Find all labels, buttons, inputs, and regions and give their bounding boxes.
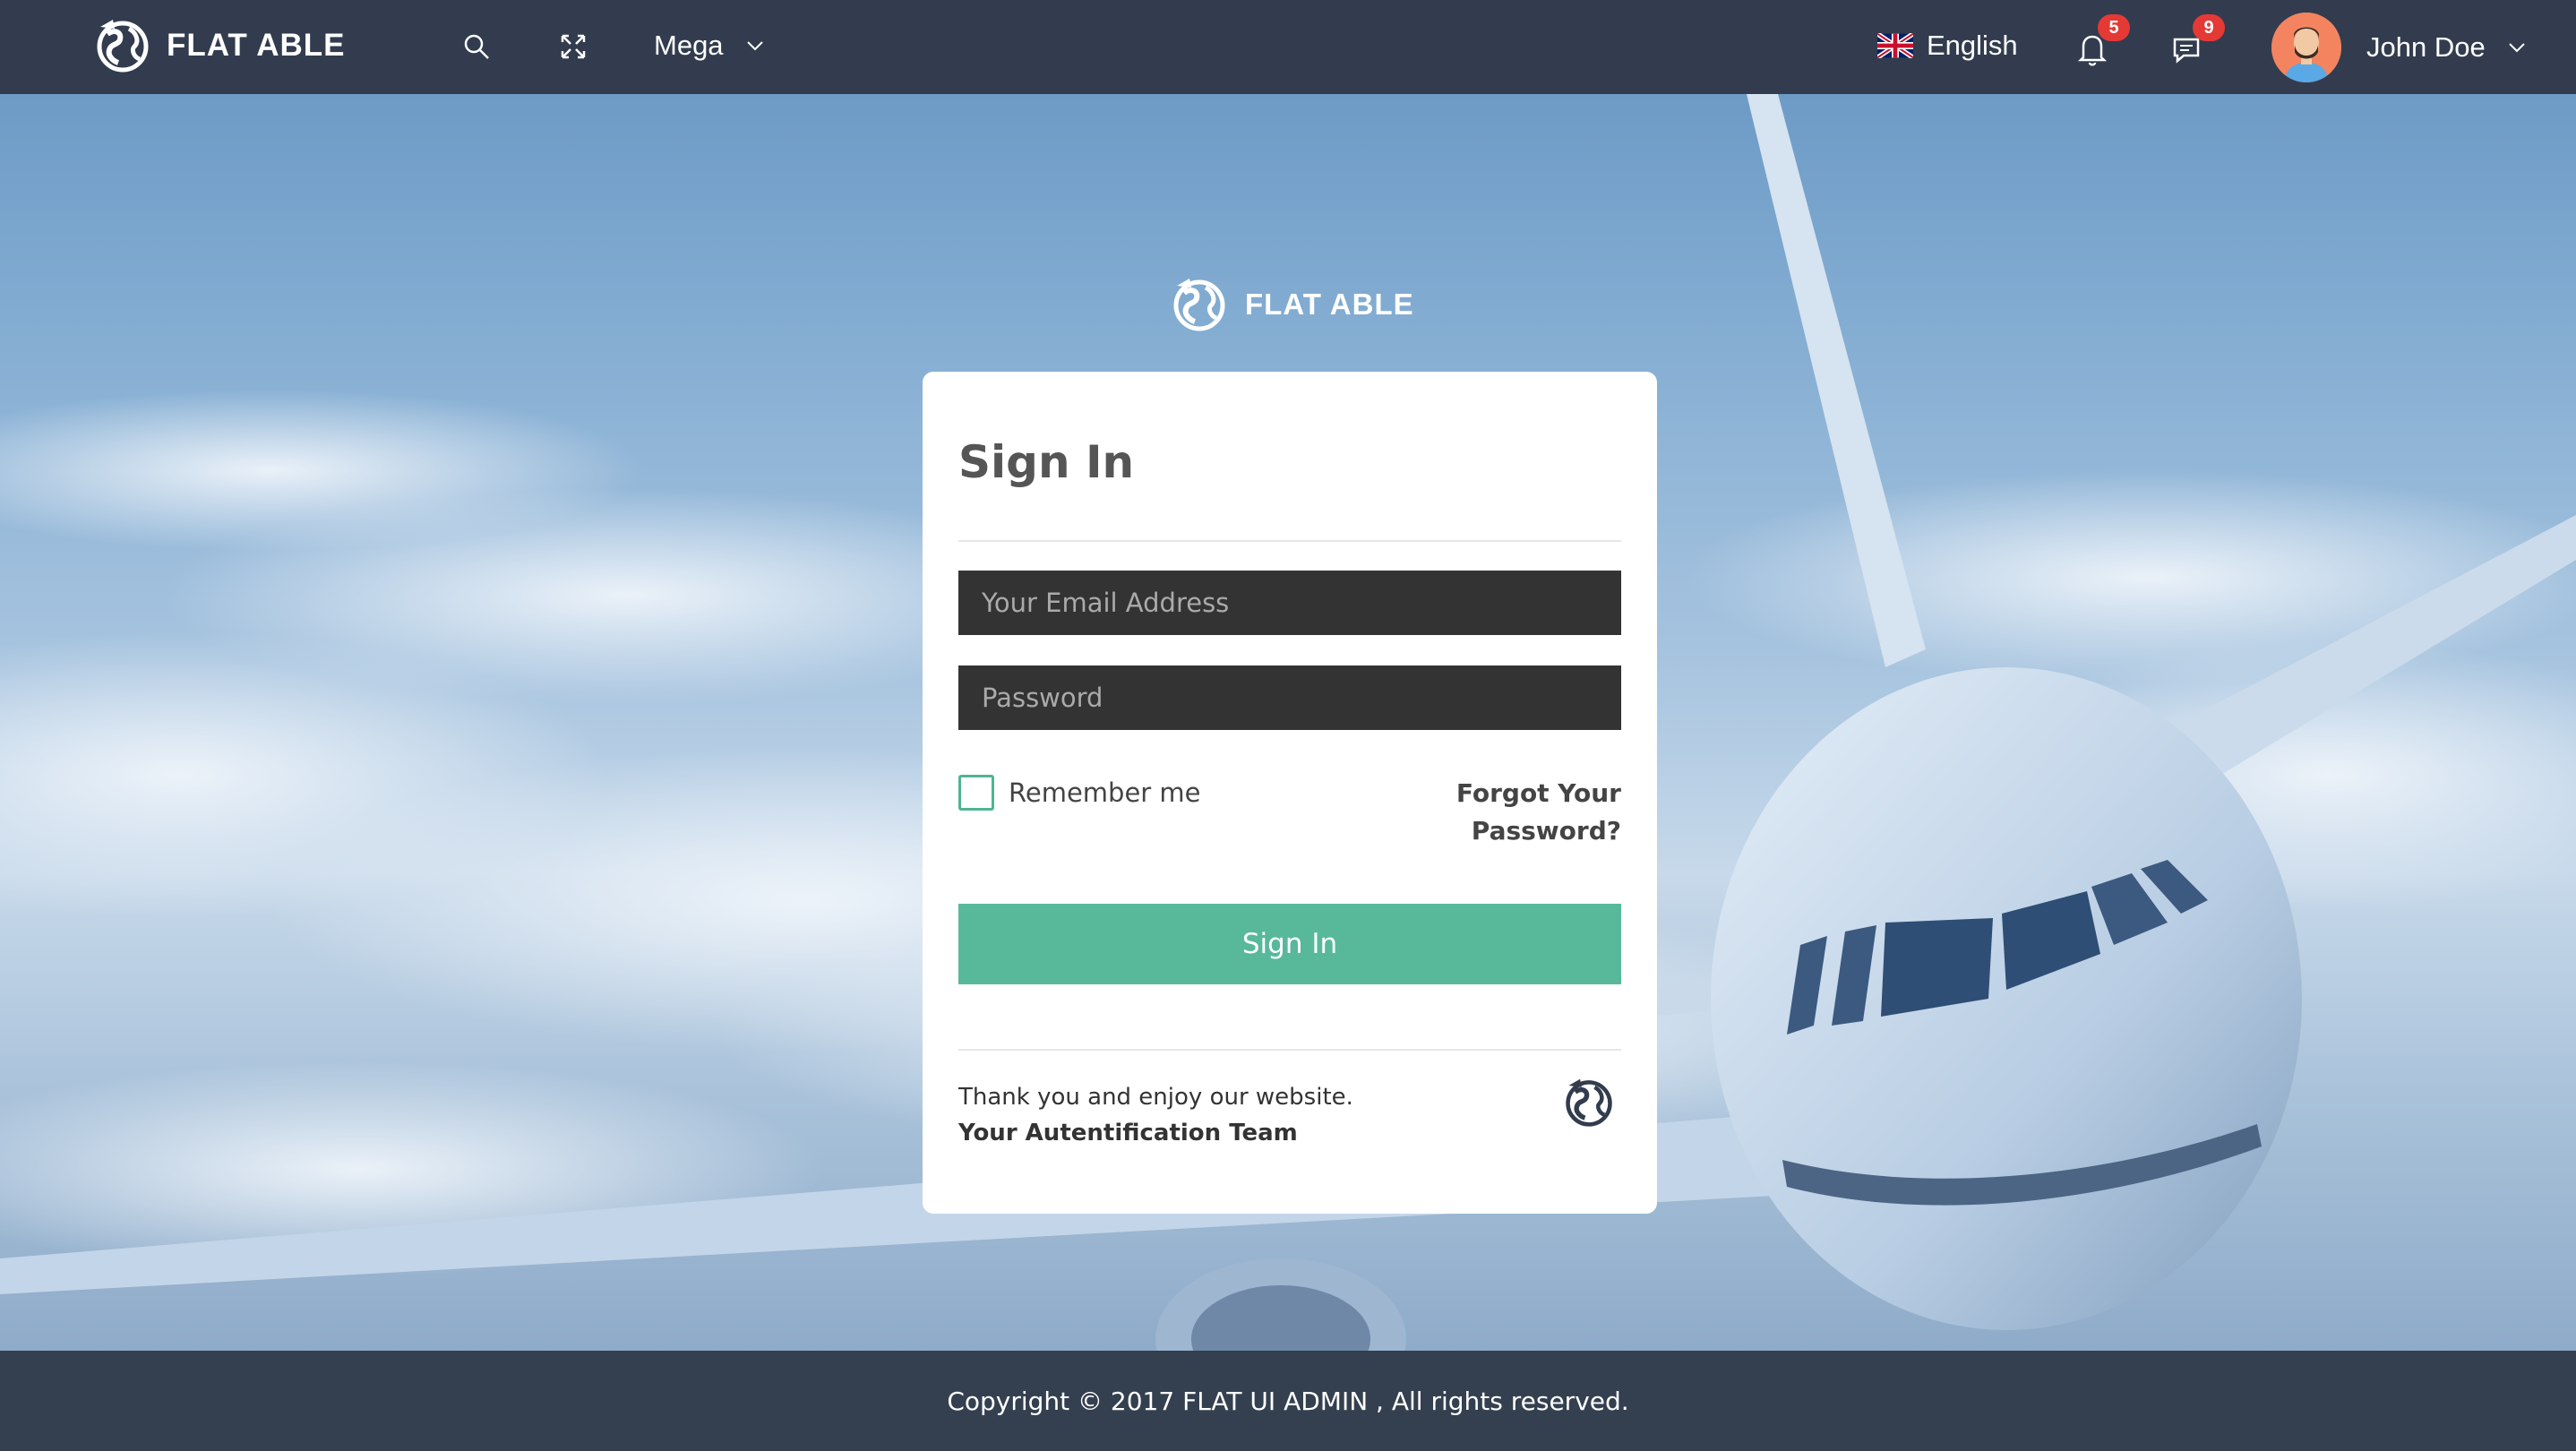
notifications-badge: 5 [2098,14,2130,41]
title-divider [958,540,1621,542]
thanks-message: Thank you and enjoy our website. Your Au… [958,1079,1353,1151]
brand-name: FLAT ABLE [167,28,346,63]
footer-divider [958,1049,1621,1051]
messages-badge: 9 [2193,14,2225,41]
fullscreen-icon [561,34,586,59]
uk-flag-icon [1877,33,1913,58]
search-icon [464,34,489,59]
copyright-text: Copyright © 2017 FLAT UI ADMIN , All rig… [947,1386,1629,1416]
checkbox-box[interactable] [958,775,994,811]
forgot-password-link[interactable]: Forgot Your Password? [1442,775,1621,850]
language-selector[interactable]: English [1877,25,2018,66]
globe-logo-icon [1173,279,1225,331]
remember-me-label: Remember me [1009,777,1201,808]
signin-button[interactable]: Sign In [958,904,1621,984]
avatar [2271,13,2341,82]
top-navbar: FLAT ABLE Mega English 5 9 John Doe [0,0,2576,94]
mega-menu-label: Mega [654,30,724,61]
email-field[interactable] [958,571,1621,635]
search-button[interactable] [457,27,496,66]
fullscreen-button[interactable] [554,27,593,66]
chevron-down-icon [746,41,763,51]
notifications-button[interactable]: 5 [2073,14,2130,70]
user-menu[interactable]: John Doe [2271,13,2529,82]
center-brand: FLAT ABLE [1172,273,1414,336]
page-footer: Copyright © 2017 FLAT UI ADMIN , All rig… [0,1351,2576,1451]
mega-menu-toggle[interactable]: Mega [654,25,767,66]
chevron-down-icon [2509,43,2525,53]
navbar-brand[interactable]: FLAT ABLE [95,14,346,77]
password-field[interactable] [958,665,1621,730]
user-name: John Doe [2366,31,2486,63]
hero-background: FLAT ABLE Sign In Remember me Forgot You… [0,94,2576,1351]
globe-logo-icon [1566,1078,1612,1127]
center-brand-name: FLAT ABLE [1245,288,1414,321]
remember-me-checkbox[interactable]: Remember me [958,775,1201,811]
language-label: English [1927,30,2018,61]
team-line: Your Autentification Team [958,1120,1298,1146]
signin-card: Sign In Remember me Forgot Your Password… [923,372,1657,1214]
signin-title: Sign In [958,436,1135,488]
globe-logo-icon [97,20,149,73]
messages-button[interactable]: 9 [2168,14,2225,70]
thanks-line: Thank you and enjoy our website. [958,1084,1353,1111]
